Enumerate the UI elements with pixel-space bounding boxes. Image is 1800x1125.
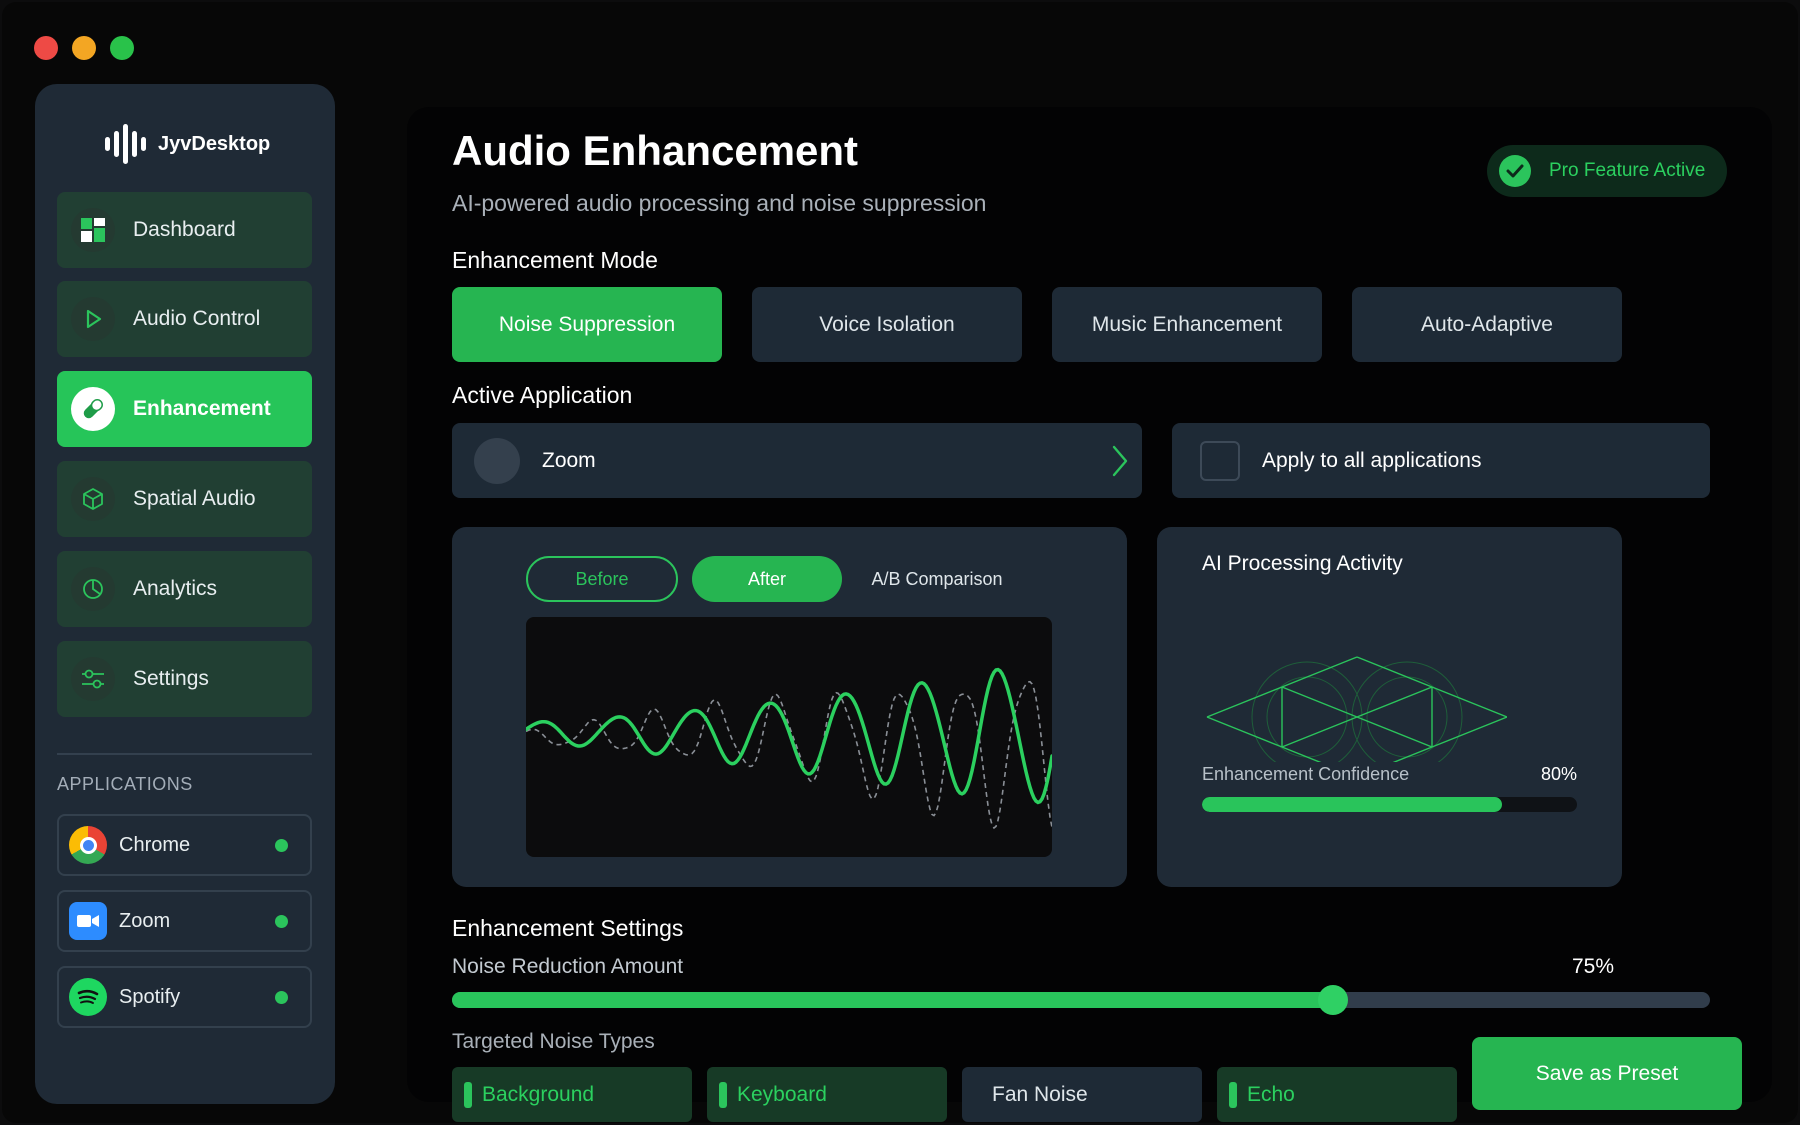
selected-indicator (719, 1081, 727, 1108)
confidence-progress-fill (1202, 797, 1502, 812)
close-window-button[interactable] (34, 36, 58, 60)
sidebar-item-label: Settings (133, 667, 209, 690)
confidence-progress-track (1202, 797, 1577, 812)
waveform-comparison-card: Before After A/B Comparison (452, 527, 1127, 887)
selected-indicator (464, 1081, 472, 1108)
chip-label: Echo (1247, 1082, 1295, 1106)
sidebar-item-dashboard[interactable]: Dashboard (57, 192, 312, 268)
waveform-logo-icon (105, 124, 146, 164)
ab-comparison-button[interactable]: A/B Comparison (857, 556, 1017, 602)
app-item-label: Spotify (119, 985, 181, 1008)
sidebar-item-audio-control[interactable]: Audio Control (57, 281, 312, 357)
sidebar: JyvDesktop Dashboard Audio Control Enhan… (35, 84, 335, 1104)
save-preset-button[interactable]: Save as Preset (1472, 1037, 1742, 1110)
zoom-icon (69, 902, 107, 940)
apply-all-label: Apply to all applications (1262, 448, 1482, 472)
targeted-noise-types-label: Targeted Noise Types (452, 1030, 655, 1053)
waveform-display (526, 617, 1052, 857)
app-item-chrome[interactable]: Chrome (57, 814, 312, 876)
app-item-label: Zoom (119, 909, 171, 932)
apply-all-toggle[interactable]: Apply to all applications (1172, 423, 1710, 498)
sliders-icon (71, 657, 115, 701)
active-application-label: Active Application (452, 382, 633, 408)
selected-indicator (1229, 1081, 1237, 1108)
mode-music-enhancement-button[interactable]: Music Enhancement (1052, 287, 1322, 362)
spotify-icon (69, 978, 107, 1016)
chip-label: Background (482, 1082, 595, 1106)
sidebar-item-label: Audio Control (133, 307, 261, 330)
noise-reduction-label: Noise Reduction Amount (452, 955, 684, 978)
sidebar-item-label: Dashboard (133, 218, 236, 241)
active-status-dot (275, 914, 288, 928)
cube-icon (71, 477, 115, 521)
app-item-spotify[interactable]: Spotify (57, 966, 312, 1028)
pie-chart-icon (71, 567, 115, 611)
app-item-zoom[interactable]: Zoom (57, 890, 312, 952)
app-item-label: Chrome (119, 833, 191, 856)
brand-name: JyvDesktop (158, 132, 271, 155)
neural-network-icon (1206, 656, 1507, 762)
minimize-window-button[interactable] (72, 36, 96, 60)
apply-all-checkbox[interactable] (1200, 440, 1240, 481)
sidebar-item-label: Analytics (133, 577, 218, 600)
ai-processing-title: AI Processing Activity (1202, 552, 1403, 575)
page-subtitle: AI-powered audio processing and noise su… (452, 190, 987, 216)
before-waveform (526, 680, 1052, 830)
pro-feature-badge: Pro Feature Active (1487, 145, 1727, 197)
noise-type-keyboard-chip[interactable]: Keyboard (707, 1067, 947, 1122)
confidence-value: 80% (1540, 764, 1577, 784)
checkmark-icon (1499, 155, 1531, 187)
noise-reduction-slider[interactable] (452, 985, 1710, 1015)
play-icon (71, 297, 115, 341)
chrome-icon (69, 826, 107, 864)
sidebar-item-analytics[interactable]: Analytics (57, 551, 312, 627)
noise-reduction-fill (452, 992, 1333, 1008)
active-application-value: Zoom (542, 448, 596, 472)
mode-auto-adaptive-button[interactable]: Auto-Adaptive (1352, 287, 1622, 362)
sidebar-item-label: Spatial Audio (133, 487, 256, 510)
active-status-dot (275, 838, 288, 852)
mode-noise-suppression-button[interactable]: Noise Suppression (452, 287, 722, 362)
enhancement-mode-label: Enhancement Mode (452, 247, 658, 273)
dashboard-icon (71, 208, 115, 252)
after-toggle-button[interactable]: After (692, 556, 842, 602)
after-waveform (526, 667, 1052, 805)
sidebar-divider (57, 753, 312, 755)
noise-reduction-value: 75% (1572, 955, 1615, 978)
before-toggle-button[interactable]: Before (526, 556, 678, 602)
pro-feature-label: Pro Feature Active (1549, 160, 1706, 181)
confidence-label: Enhancement Confidence (1202, 764, 1410, 784)
applications-heading: APPLICATIONS (57, 774, 193, 794)
noise-type-fan-noise-chip[interactable]: Fan Noise (962, 1067, 1202, 1122)
app-avatar (474, 437, 520, 484)
maximize-window-button[interactable] (110, 36, 134, 60)
sidebar-item-label: Enhancement (133, 397, 271, 420)
enhancement-settings-label: Enhancement Settings (452, 915, 684, 941)
noise-type-echo-chip[interactable]: Echo (1217, 1067, 1457, 1122)
app-window: JyvDesktop Dashboard Audio Control Enhan… (2, 2, 1798, 1123)
ai-processing-card: AI Processing Activity Enhancement Confi… (1157, 527, 1622, 887)
chip-label: Fan Noise (992, 1082, 1088, 1106)
main-panel: Audio Enhancement AI-powered audio proce… (407, 107, 1772, 1122)
noise-reduction-thumb[interactable] (1317, 985, 1348, 1015)
brand-logo: JyvDesktop (105, 122, 270, 166)
mode-voice-isolation-button[interactable]: Voice Isolation (752, 287, 1022, 362)
active-status-dot (275, 990, 288, 1004)
sidebar-item-enhancement[interactable]: Enhancement (57, 371, 312, 447)
chip-label: Keyboard (737, 1082, 827, 1106)
sidebar-item-spatial-audio[interactable]: Spatial Audio (57, 461, 312, 537)
chevron-right-icon (1112, 445, 1128, 476)
pill-icon (71, 387, 115, 431)
noise-type-background-chip[interactable]: Background (452, 1067, 692, 1122)
page-title: Audio Enhancement (452, 127, 859, 174)
active-application-select[interactable]: Zoom (452, 423, 1142, 498)
sidebar-item-settings[interactable]: Settings (57, 641, 312, 717)
